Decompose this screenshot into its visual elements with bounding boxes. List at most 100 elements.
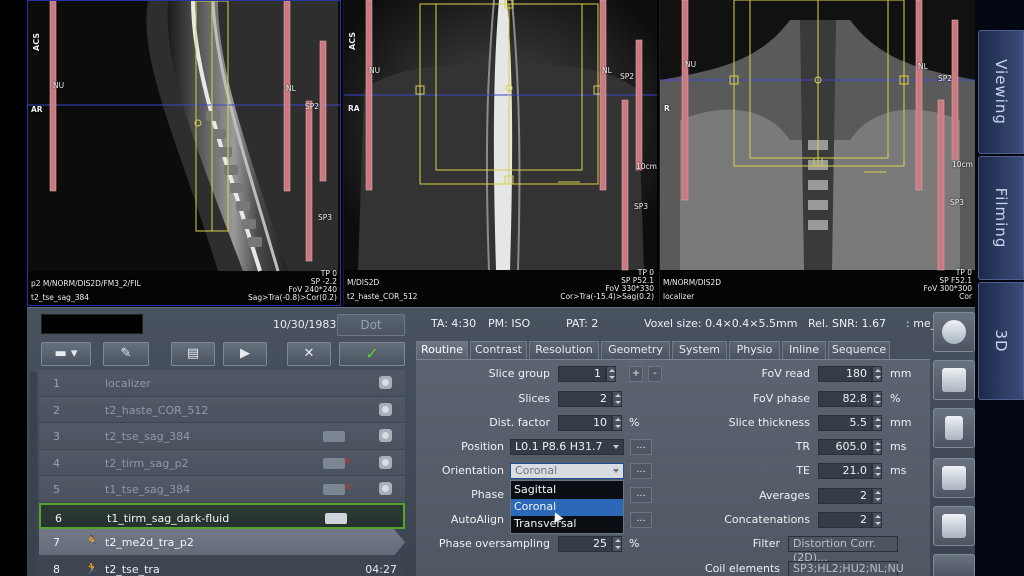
- cancel-button[interactable]: ✕: [287, 342, 331, 366]
- parameter-area: TA: 4:30 PM: ISO PAT: 2 Voxel size: 0.4×…: [415, 308, 941, 576]
- tab-resolution[interactable]: Resolution: [529, 341, 599, 359]
- position-more-button[interactable]: ...: [630, 439, 652, 455]
- slice-thickness-stepper[interactable]: [872, 415, 882, 431]
- tab-viewing[interactable]: Viewing: [978, 30, 1024, 154]
- protocol-status-chip: [325, 512, 347, 524]
- slice-group-stepper[interactable]: [606, 366, 616, 382]
- queue-menu-button[interactable]: ▬ ▾: [41, 342, 91, 366]
- tab-routine[interactable]: Routine: [416, 341, 468, 359]
- averages-stepper[interactable]: [872, 488, 882, 504]
- plane-info: Cor>Tra(-15.4)>Sag(0.2): [560, 292, 654, 301]
- coil-label: SP2: [620, 72, 635, 81]
- voxel-size: Voxel size: 0.4×0.4×5.5mm: [644, 317, 798, 330]
- orientation-option-sagittal[interactable]: Sagittal: [511, 482, 623, 499]
- tool-icon-column: [933, 308, 975, 576]
- view-image-icon[interactable]: [379, 429, 392, 442]
- phase-oversampling-label: Phase oversampling: [438, 537, 550, 550]
- coronal-image: [344, 0, 657, 271]
- orientation-more-button[interactable]: ...: [630, 463, 652, 479]
- table-icon[interactable]: [933, 506, 975, 546]
- protocol-row-6-active[interactable]: 6 t1_tirm_sag_dark-fluid: [39, 502, 405, 529]
- view-image-icon[interactable]: [379, 376, 392, 389]
- filter-select[interactable]: Distortion Corr.(2D)...: [788, 536, 898, 564]
- tab-system[interactable]: System: [672, 341, 727, 359]
- slices-label: Slices: [518, 392, 550, 405]
- coil-elements-field[interactable]: SP3;HL2;HU2;NL;NU: [788, 561, 904, 576]
- protocol-row-3[interactable]: 3 t2_tse_sag_384: [39, 423, 405, 450]
- transfer-icon[interactable]: [933, 408, 975, 448]
- protocol-name: t2_tse_tra: [105, 562, 160, 576]
- open-folder-icon[interactable]: ▤: [171, 342, 215, 366]
- coil-label: SP3: [634, 202, 649, 211]
- view-image-icon[interactable]: [379, 455, 392, 469]
- orientation-option-coronal[interactable]: Coronal: [511, 499, 623, 516]
- pat-factor: PAT: 2: [566, 317, 599, 330]
- fov-read-field[interactable]: 180: [818, 366, 872, 382]
- tr-stepper[interactable]: [872, 439, 882, 455]
- protocol-mode: PM: ISO: [488, 317, 531, 330]
- orientation-option-transversal[interactable]: Transversal: [511, 516, 623, 533]
- fov-read-stepper[interactable]: [872, 366, 882, 382]
- protocol-row-2[interactable]: 2 t2_haste_COR_512: [39, 396, 405, 423]
- tab-inline[interactable]: Inline: [782, 341, 826, 359]
- tab-sequence[interactable]: Sequence: [828, 341, 890, 359]
- image-window-icon[interactable]: [933, 360, 975, 400]
- protocol-row-7-queued[interactable]: 7 🏃 t2_me2d_tra_p2: [39, 529, 405, 556]
- protocol-row-5[interactable]: 5 t1_tse_sag_384: [39, 476, 405, 503]
- protocol-row-4[interactable]: 4 t2_tirm_sag_p2: [39, 449, 405, 476]
- tr-field[interactable]: 605.0: [818, 439, 872, 455]
- te-field[interactable]: 21.0: [818, 463, 872, 479]
- protocol-number: 1: [53, 377, 60, 390]
- concatenations-stepper[interactable]: [872, 512, 882, 528]
- protocol-row-1[interactable]: 1 localizer: [39, 370, 405, 397]
- slices-field[interactable]: 2: [558, 391, 612, 407]
- viewport-sagittal[interactable]: ACS AR NU NL SP2 SP3 p2 M/NORM/DIS2D/FM3…: [27, 0, 341, 306]
- te-stepper[interactable]: [872, 463, 882, 479]
- tab-3d[interactable]: 3D: [978, 282, 1024, 400]
- concatenations-field[interactable]: 2: [818, 512, 872, 528]
- averages-field[interactable]: 2: [818, 488, 872, 504]
- slice-thickness-field[interactable]: 5.5: [818, 415, 872, 431]
- dist-factor-field[interactable]: 10: [558, 415, 612, 431]
- filter-label: Filter: [752, 537, 780, 550]
- tab-geometry[interactable]: Geometry: [601, 341, 670, 359]
- graph-icon[interactable]: [933, 458, 975, 498]
- tab-filming[interactable]: Filming: [978, 156, 1024, 280]
- tr-unit: ms: [890, 440, 907, 453]
- patient-body-icon[interactable]: [933, 554, 975, 576]
- protocol-status-chip-aborted: [323, 454, 352, 469]
- fov-phase-stepper[interactable]: [872, 391, 882, 407]
- phase-more-button[interactable]: ...: [630, 487, 652, 503]
- viewport-coronal[interactable]: ACS RA NU NL SP2 SP3 10cm M/DIS2D t2_has…: [343, 0, 657, 306]
- dist-factor-stepper[interactable]: [612, 415, 622, 431]
- autoalign-more-button[interactable]: ...: [630, 512, 652, 528]
- view-image-icon[interactable]: [379, 402, 392, 416]
- tab-contrast[interactable]: Contrast: [470, 341, 527, 359]
- protocol-number: 6: [55, 511, 62, 525]
- slice-group-field[interactable]: 1: [558, 366, 606, 382]
- apply-checkmark-button[interactable]: ✓: [339, 342, 405, 366]
- patient-head-icon[interactable]: [933, 312, 975, 352]
- add-slice-group-button[interactable]: +: [629, 366, 643, 382]
- acquisition-time: TA: 4:30: [431, 317, 477, 330]
- tab-physio[interactable]: Physio: [729, 341, 780, 359]
- viewport-localizer[interactable]: R NU NL SP2 SP3 10cm M/NORM/DIS2D locali…: [659, 0, 975, 306]
- remove-slice-group-button[interactable]: -: [648, 366, 662, 382]
- slices-stepper[interactable]: [612, 391, 622, 407]
- phase-oversampling-stepper[interactable]: [612, 536, 622, 552]
- edit-pen-icon[interactable]: ✎: [103, 342, 149, 366]
- queue-scrollbar[interactable]: [29, 372, 37, 576]
- protocol-name: t2_haste_COR_512: [105, 403, 209, 417]
- dot-button[interactable]: Dot: [337, 314, 405, 336]
- phase-oversampling-field[interactable]: 25: [558, 536, 612, 552]
- protocol-row-8[interactable]: 8 🏃 t2_tse_tra 04:27: [39, 555, 405, 576]
- orientation-select[interactable]: Coronal: [510, 463, 624, 479]
- dist-factor-unit: %: [629, 416, 640, 429]
- orientation-dropdown-list: Sagittal Coronal Transversal: [510, 480, 624, 534]
- position-select[interactable]: L0.1 P8.6 H31.7: [510, 439, 624, 455]
- view-image-icon[interactable]: [379, 482, 392, 495]
- chevron-down-icon: [611, 441, 621, 453]
- fov-phase-field[interactable]: 82.8: [818, 391, 872, 407]
- side-tab-strip: Viewing Filming 3D: [975, 0, 1024, 576]
- play-icon[interactable]: ▶: [223, 342, 267, 366]
